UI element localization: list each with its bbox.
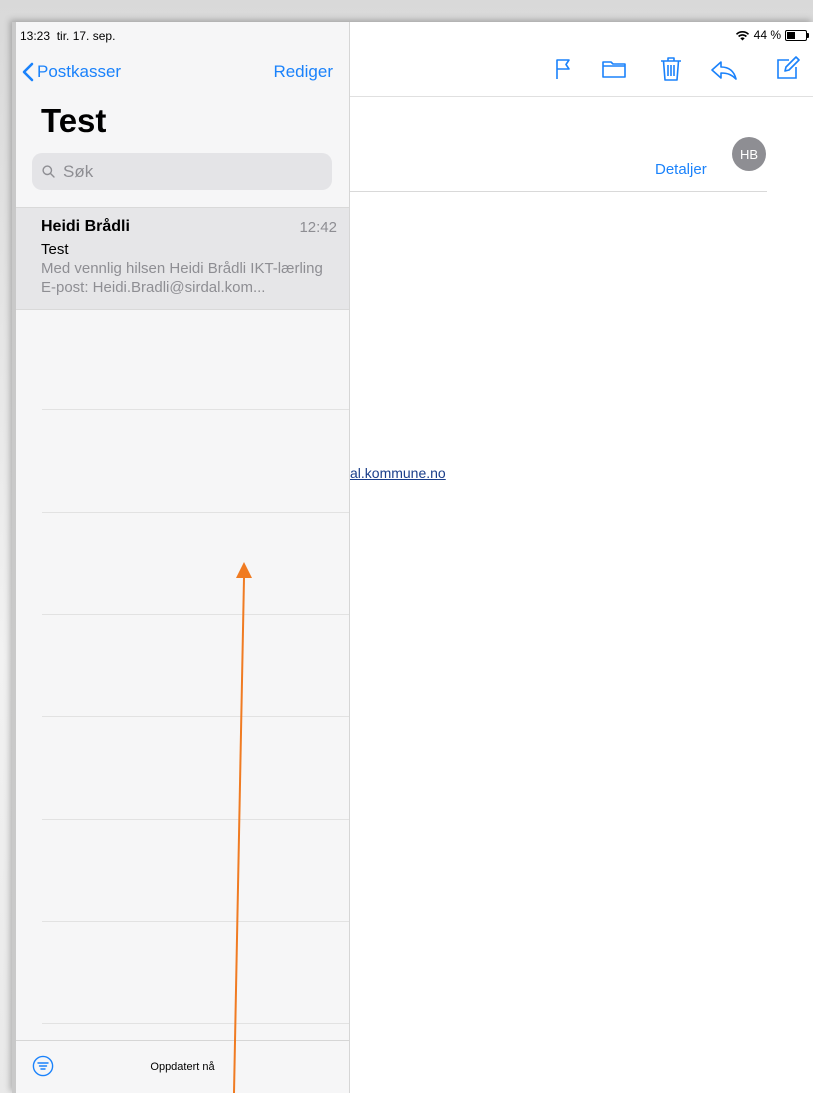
back-button[interactable]: Postkasser [22, 62, 121, 82]
avatar[interactable]: HB [732, 137, 766, 171]
chevron-left-icon [22, 62, 34, 82]
trash-icon[interactable] [660, 56, 682, 82]
header-divider [349, 191, 767, 192]
message-subject: Test [41, 241, 69, 258]
details-link[interactable]: Detaljer [655, 161, 707, 178]
toolbar-divider [349, 96, 813, 97]
message-time: 12:42 [299, 219, 337, 236]
battery-icon [785, 29, 809, 41]
list-separator [42, 409, 349, 410]
compose-icon[interactable] [776, 56, 800, 80]
wifi-icon [735, 30, 749, 40]
sidebar-bottom-bar: Oppdatert nå [16, 1040, 349, 1093]
flag-icon[interactable] [555, 58, 573, 80]
page-title: Test [41, 102, 107, 139]
search-icon [42, 165, 55, 178]
message-row[interactable]: Heidi Brådli 12:42 Test Med vennlig hils… [16, 207, 349, 310]
battery-percent: 44 % [753, 28, 781, 42]
email-link[interactable]: al.kommune.no [350, 465, 446, 481]
status-time: 13:23 tir. 17. sep. [20, 29, 115, 43]
list-separator [42, 614, 349, 615]
message-sender: Heidi Brådli [41, 218, 130, 235]
search-field[interactable] [32, 153, 332, 190]
status-clock: 13:23 [20, 29, 51, 43]
list-separator [42, 1023, 349, 1024]
list-separator [42, 921, 349, 922]
mailbox-sidebar: 13:23 tir. 17. sep. Postkasser Rediger T… [16, 22, 350, 1093]
status-right: 44 % [735, 28, 809, 42]
ipad-screen: 44 % HB Detaljer al.kommune.no 13:23 tir… [12, 22, 813, 1093]
edit-button[interactable]: Rediger [273, 62, 333, 82]
update-status: Oppdatert nå [150, 1061, 215, 1073]
back-label: Postkasser [37, 62, 122, 81]
list-separator [42, 716, 349, 717]
list-separator [42, 512, 349, 513]
list-separator [42, 819, 349, 820]
status-date: tir. 17. sep. [56, 29, 116, 43]
search-input[interactable] [61, 160, 315, 183]
folder-icon[interactable] [602, 60, 626, 78]
reply-icon[interactable] [710, 60, 738, 80]
message-preview: Med vennlig hilsen Heidi Brådli IKT-lærl… [41, 260, 323, 296]
